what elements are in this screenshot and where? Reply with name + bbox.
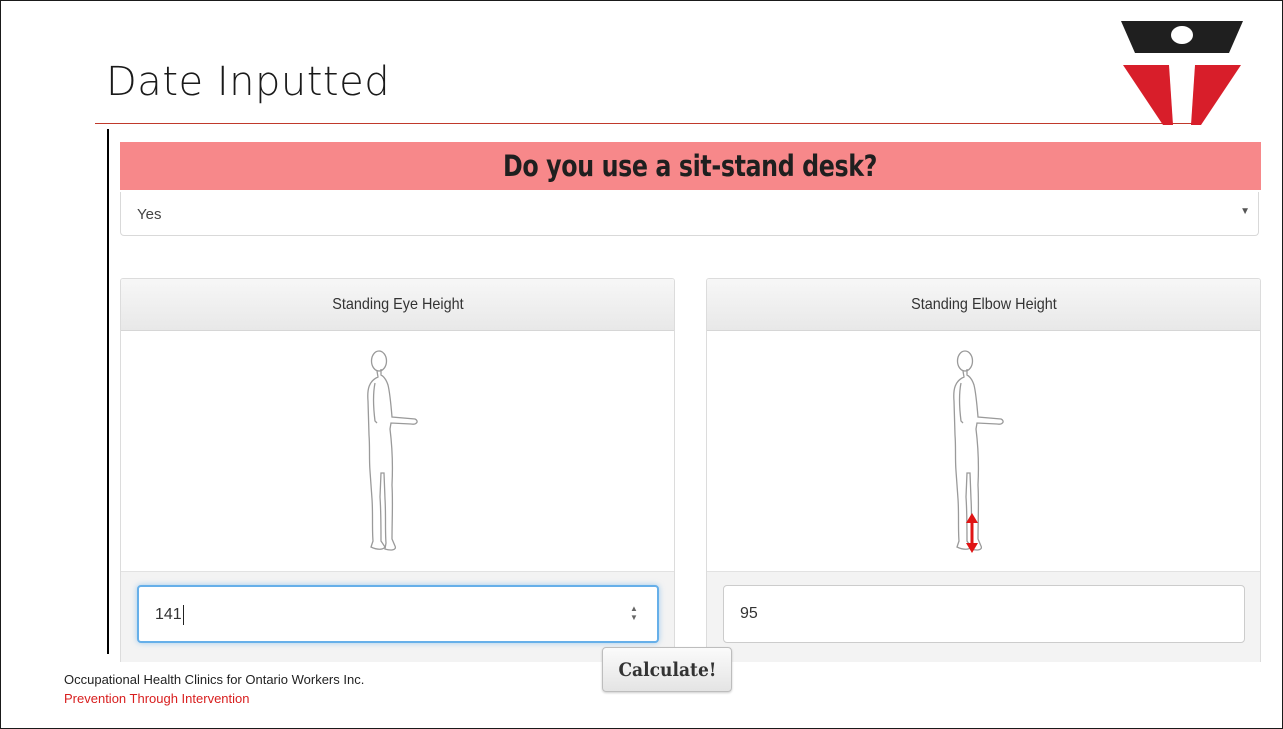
eye-height-input[interactable]: 141 ▲ ▼ [137,585,659,643]
figure-area [121,331,674,571]
calculate-label: Calculate! [618,658,716,681]
text-caret [182,604,184,625]
title-divider [95,123,1199,124]
select-value: Yes [137,206,162,223]
elbow-height-input[interactable]: 95 [723,585,1245,643]
panel-title: Standing Eye Height [331,295,464,313]
footer-tagline: Prevention Through Intervention [64,691,250,706]
panel-footer: 95 [707,571,1260,662]
standing-person-icon [953,350,1004,553]
figure-area [707,331,1260,571]
calculate-button[interactable]: Calculate! [602,647,732,692]
sit-stand-select[interactable]: Yes ▼ [120,192,1259,236]
dropdown-caret-icon: ▼ [1240,206,1250,217]
standing-person-icon [367,350,418,551]
panel-header: Standing Eye Height [121,279,674,331]
panel-header: Standing Elbow Height [707,279,1260,331]
standing-elbow-height-panel: Standing Elbow Height 95 [706,278,1261,662]
slide-title: Date Inputted [106,59,391,105]
ohcow-logo-icon [1121,21,1243,125]
question-banner: Do you use a sit-stand desk? [120,142,1261,190]
slide: Date Inputted Do you use a sit-stand des… [0,0,1283,729]
panel-title: Standing Elbow Height [910,295,1057,313]
standing-eye-height-panel: Standing Eye Height 141 ▲ ▼ [120,278,675,662]
panel-footer: 141 ▲ ▼ [121,571,674,662]
red-double-arrow-icon [966,513,978,553]
input-value: 141 [155,606,182,623]
input-value: 95 [740,605,758,622]
slide-left-bar [107,129,109,654]
question-heading: Do you use a sit-stand desk? [503,149,878,183]
number-spinner-icon[interactable]: ▲ ▼ [629,604,639,626]
footer-organization: Occupational Health Clinics for Ontario … [64,672,365,687]
calculator-screenshot: Do you use a sit-stand desk? Yes ▼ Stand… [120,142,1261,662]
